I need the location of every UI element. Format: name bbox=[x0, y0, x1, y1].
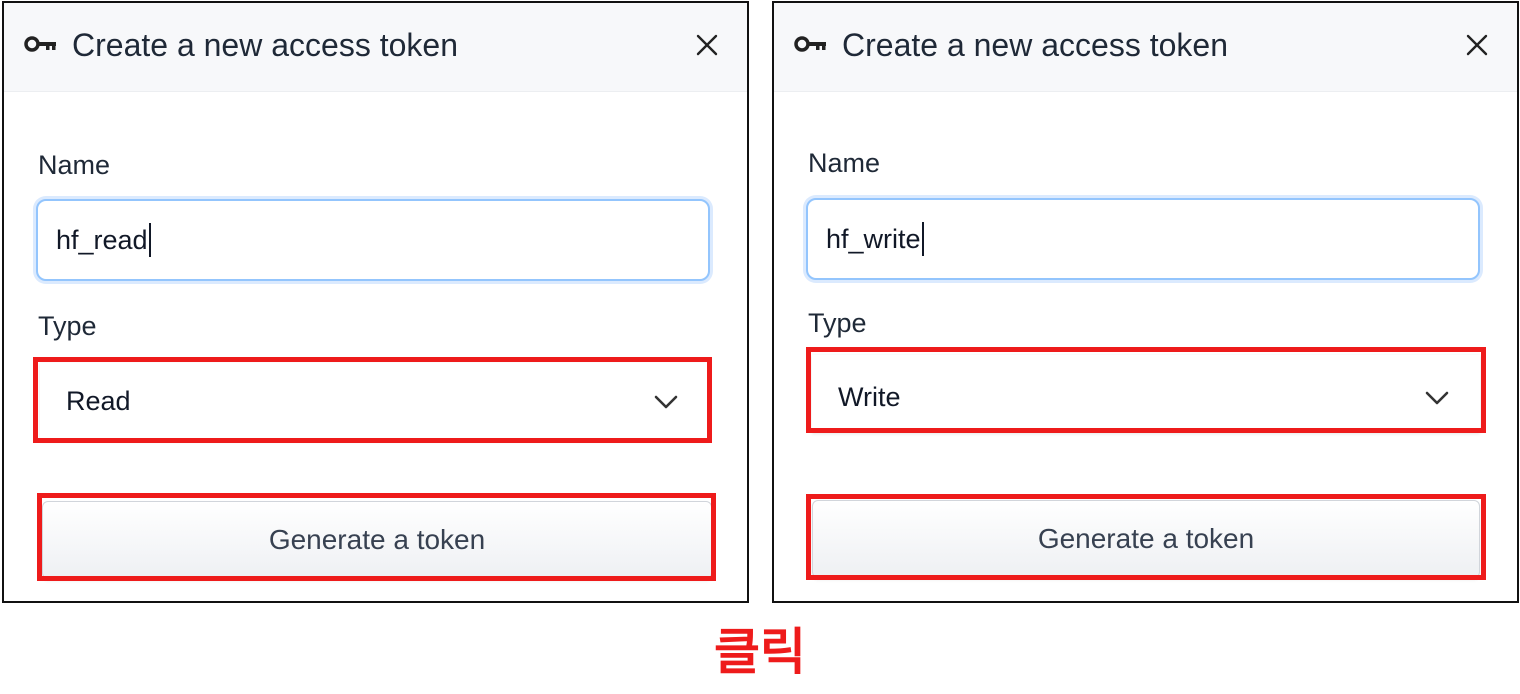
chevron-down-icon bbox=[1425, 391, 1449, 405]
name-input[interactable]: hf_read bbox=[36, 199, 710, 281]
generate-token-button[interactable]: Generate a token bbox=[42, 501, 712, 579]
type-select-value: Read bbox=[66, 386, 131, 416]
chevron-down-icon bbox=[654, 395, 678, 409]
click-annotation-caption: 클릭 bbox=[714, 623, 806, 681]
dialog-title: Create a new access token bbox=[72, 27, 458, 63]
access-token-dialog-read: Create a new access token Name hf_read T… bbox=[2, 1, 749, 603]
dialog-title: Create a new access token bbox=[842, 27, 1228, 63]
close-icon[interactable] bbox=[1463, 31, 1491, 59]
key-icon bbox=[24, 36, 56, 52]
type-select[interactable]: Read bbox=[40, 363, 709, 441]
name-label: Name bbox=[38, 150, 111, 180]
name-label: Name bbox=[808, 148, 881, 178]
text-caret bbox=[148, 223, 151, 257]
access-token-dialog-write: Create a new access token Name hf_write … bbox=[772, 1, 1519, 603]
dialog-header: Create a new access token bbox=[4, 3, 747, 92]
name-input[interactable]: hf_write bbox=[806, 198, 1480, 280]
generate-token-button[interactable]: Generate a token bbox=[812, 500, 1480, 578]
dialog-header: Create a new access token bbox=[774, 3, 1517, 92]
type-select-value: Write bbox=[838, 382, 901, 412]
type-label: Type bbox=[38, 311, 97, 341]
type-select[interactable]: Write bbox=[812, 355, 1480, 433]
type-label: Type bbox=[808, 308, 867, 338]
key-icon bbox=[794, 36, 826, 52]
name-input-value: hf_write bbox=[826, 223, 921, 254]
text-caret bbox=[921, 222, 924, 256]
name-input-value: hf_read bbox=[56, 224, 148, 255]
close-icon[interactable] bbox=[693, 31, 721, 59]
